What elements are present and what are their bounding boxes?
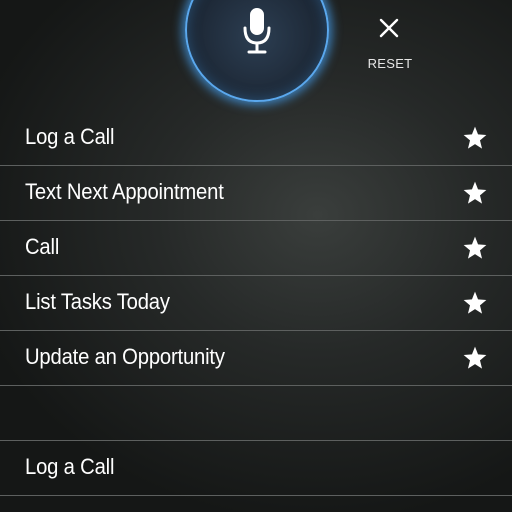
reset-label: RESET bbox=[367, 56, 413, 71]
microphone-icon bbox=[243, 8, 271, 54]
command-item-list-tasks-today[interactable]: List Tasks Today bbox=[0, 276, 512, 331]
list-divider-spacer bbox=[0, 386, 512, 441]
command-label: Call bbox=[25, 234, 60, 259]
command-item-call[interactable]: Call bbox=[0, 221, 512, 276]
reset-button[interactable]: RESET bbox=[362, 12, 418, 76]
recent-item-log-a-call[interactable]: Log a Call bbox=[0, 441, 512, 496]
command-item-log-a-call[interactable]: Log a Call bbox=[0, 111, 512, 166]
command-item-update-an-opportunity[interactable]: Update an Opportunity bbox=[0, 331, 512, 386]
command-item-text-next-appointment[interactable]: Text Next Appointment bbox=[0, 166, 512, 221]
command-list: Log a Call Text Next Appointment Call Li… bbox=[0, 111, 512, 496]
command-label: Log a Call bbox=[25, 124, 115, 149]
close-icon bbox=[379, 18, 399, 38]
command-label: Text Next Appointment bbox=[25, 179, 224, 204]
star-icon[interactable] bbox=[462, 290, 488, 316]
command-label: Update an Opportunity bbox=[25, 344, 225, 369]
star-icon[interactable] bbox=[462, 235, 488, 261]
recent-label: Log a Call bbox=[25, 454, 115, 479]
star-icon[interactable] bbox=[462, 345, 488, 371]
command-label: List Tasks Today bbox=[25, 289, 170, 314]
microphone-button[interactable] bbox=[185, 0, 329, 102]
star-icon[interactable] bbox=[462, 180, 488, 206]
star-icon[interactable] bbox=[462, 125, 488, 151]
